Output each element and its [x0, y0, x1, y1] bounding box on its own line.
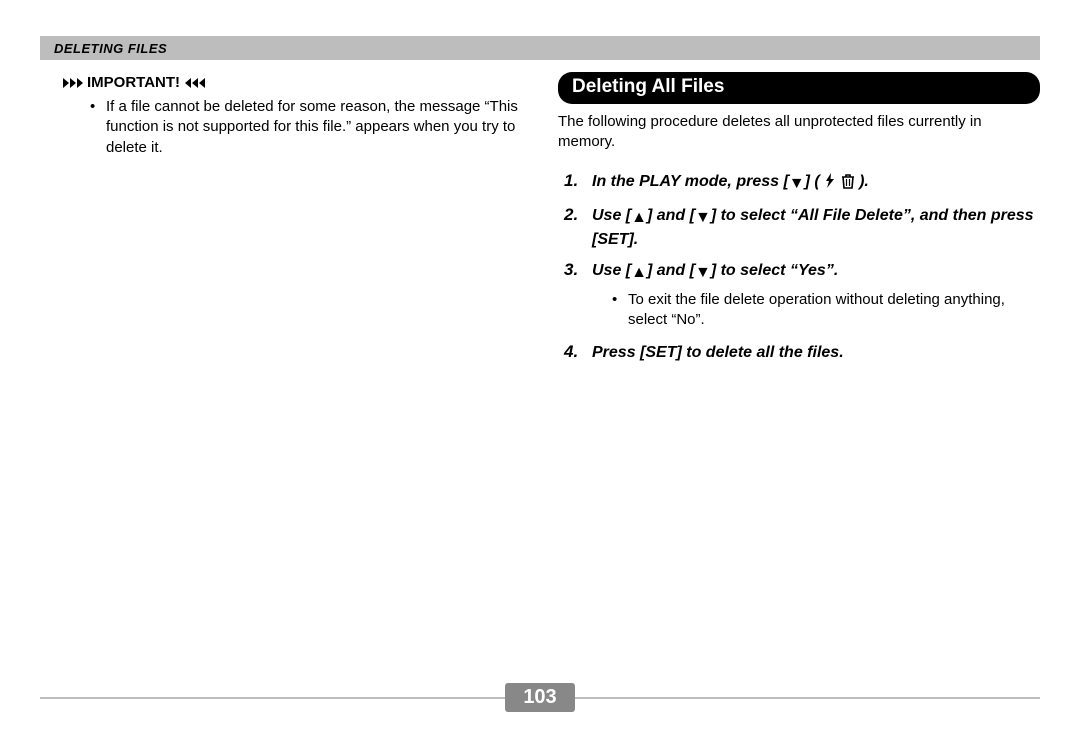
- up-triangle-icon: ▲: [631, 207, 647, 229]
- triangle-left-icon: [184, 78, 205, 88]
- important-body: If a file cannot be deleted for some rea…: [40, 97, 522, 158]
- step-2: 2. Use [▲] and [▼] to select “All File D…: [564, 205, 1040, 250]
- left-column: IMPORTANT! If a file cannot be deleted f…: [40, 70, 528, 374]
- step-text: Press [SET] to delete all the files.: [592, 342, 844, 364]
- page-footer: 103: [40, 683, 1040, 712]
- page-number: 103: [505, 683, 574, 712]
- manual-page: DELETING FILES IMPORTANT! If a file cann…: [0, 0, 1080, 730]
- trash-icon: [841, 173, 855, 196]
- important-label: IMPORTANT!: [87, 74, 180, 91]
- step-3-sub-bullet: To exit the file delete operation withou…: [564, 290, 1040, 331]
- down-triangle-icon: ▼: [789, 173, 805, 195]
- subsection-intro: The following procedure deletes all unpr…: [558, 112, 1040, 153]
- footer-rule-left: [40, 697, 505, 699]
- footer-rule-right: [575, 697, 1040, 699]
- step-list: 1. In the PLAY mode, press [▼] ( ). 2. U…: [558, 171, 1040, 364]
- triangle-right-icon: [62, 78, 83, 88]
- section-header-bar: DELETING FILES: [40, 36, 1040, 60]
- section-header-title: DELETING FILES: [54, 41, 167, 56]
- up-triangle-icon: ▲: [631, 262, 647, 284]
- step-3: 3. Use [▲] and [▼] to select “Yes”.: [564, 260, 1040, 284]
- down-triangle-icon: ▼: [695, 207, 711, 229]
- subsection-title: Deleting All Files: [558, 72, 1040, 104]
- step-number: 2.: [564, 205, 592, 250]
- step-4: 4. Press [SET] to delete all the files.: [564, 342, 1040, 364]
- step-number: 4.: [564, 342, 592, 364]
- step-text: Use [▲] and [▼] to select “All File Dele…: [592, 205, 1040, 250]
- right-column: Deleting All Files The following procedu…: [558, 70, 1040, 374]
- step-number: 3.: [564, 260, 592, 284]
- two-column-layout: IMPORTANT! If a file cannot be deleted f…: [40, 70, 1040, 374]
- step-text: In the PLAY mode, press [▼] ( ).: [592, 171, 869, 196]
- step-text: Use [▲] and [▼] to select “Yes”.: [592, 260, 838, 284]
- important-bullet: If a file cannot be deleted for some rea…: [90, 97, 522, 158]
- step-number: 1.: [564, 171, 592, 196]
- down-triangle-icon: ▼: [695, 262, 711, 284]
- step-1: 1. In the PLAY mode, press [▼] ( ).: [564, 171, 1040, 196]
- flash-icon: [824, 173, 836, 195]
- important-callout: IMPORTANT!: [40, 74, 522, 91]
